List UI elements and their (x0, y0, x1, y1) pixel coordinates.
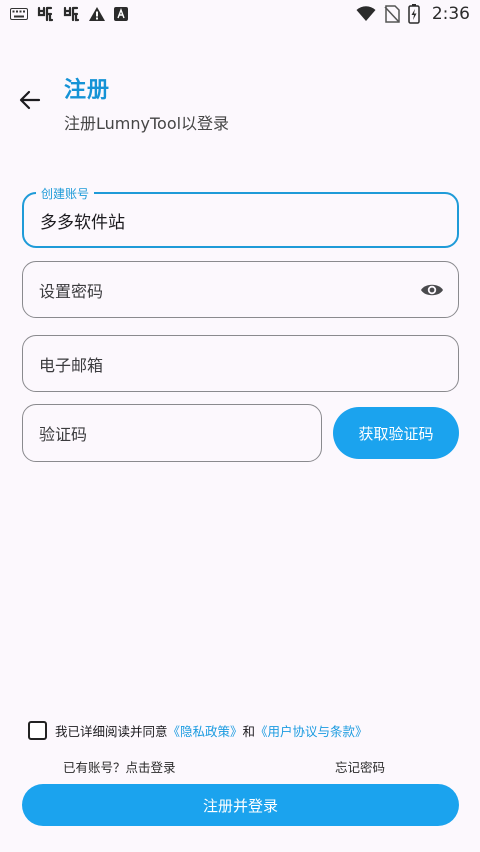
terms-link[interactable]: 《用户协议与条款》 (255, 721, 368, 740)
bug-icon (36, 5, 54, 23)
header: 注册 注册LumnyTool以登录 (64, 72, 229, 134)
get-code-button[interactable]: 获取验证码 (333, 407, 459, 459)
status-right: 2:36 (356, 4, 470, 24)
register-login-button[interactable]: 注册并登录 (22, 784, 459, 826)
agreement-checkbox[interactable] (28, 721, 47, 740)
eye-icon[interactable] (420, 282, 444, 298)
agreement-and: 和 (242, 724, 256, 739)
account-field-value: 多多软件站 (40, 212, 125, 233)
login-link[interactable]: 已有账号？点击登录 (63, 757, 176, 776)
warning-icon (88, 6, 106, 22)
password-placeholder: 设置密码 (39, 281, 104, 301)
arrow-left-icon (19, 89, 41, 111)
account-field-label: 创建账号 (36, 185, 95, 202)
agreement-row: 我已详细阅读并同意 《隐私政策》 和 《用户协议与条款》 (28, 721, 368, 740)
agreement-prefix: 我已详细阅读并同意 (55, 724, 168, 739)
wifi-icon (356, 6, 376, 22)
verification-code-placeholder: 验证码 (39, 425, 88, 444)
bug-icon (62, 5, 80, 23)
forgot-password-link[interactable]: 忘记密码 (335, 757, 385, 776)
status-time: 2:36 (431, 4, 470, 24)
privacy-policy-link[interactable]: 《隐私政策》 (168, 721, 243, 740)
a-icon (114, 7, 128, 21)
verification-code-field[interactable]: 验证码 (22, 404, 322, 462)
email-field[interactable]: 电子邮箱 (22, 335, 459, 392)
battery-charging-icon (408, 4, 420, 24)
email-placeholder: 电子邮箱 (39, 355, 104, 375)
back-button[interactable] (14, 84, 46, 116)
page-subtitle: 注册LumnyTool以登录 (64, 114, 230, 133)
no-sim-icon (384, 5, 400, 23)
keyboard-icon (10, 8, 28, 20)
password-field[interactable]: 设置密码 (22, 261, 459, 318)
status-left (10, 5, 128, 23)
status-bar: 2:36 (0, 0, 480, 28)
account-field[interactable]: 创建账号 多多软件站 (22, 185, 459, 248)
page-title: 注册 (64, 78, 111, 103)
